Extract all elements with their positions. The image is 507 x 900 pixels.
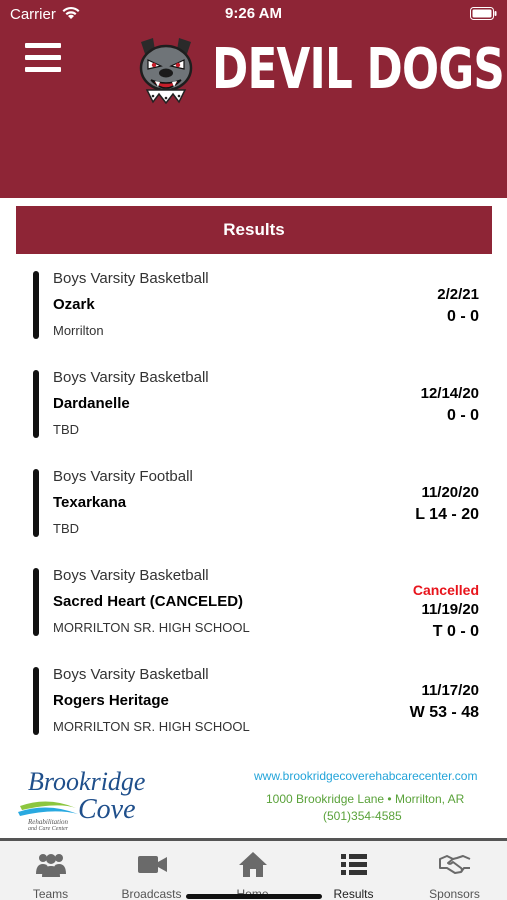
- game-sport: Boys Varsity Basketball: [53, 270, 209, 287]
- game-sport: Boys Varsity Football: [53, 468, 193, 485]
- game-result: 11/20/20 L 14 - 20: [415, 482, 479, 527]
- tab-label: Teams: [32, 887, 69, 900]
- game-score: 0 - 0: [446, 308, 479, 325]
- handshake-icon: [439, 855, 471, 874]
- game-score: T 0 - 0: [432, 623, 479, 640]
- game-venue: TBD: [53, 422, 79, 437]
- game-row[interactable]: Boys Varsity Basketball Sacred Heart (CA…: [0, 559, 507, 658]
- app-header: Carrier 9:26 AM DEVIL DOGS: [0, 0, 507, 198]
- tab-broadcasts[interactable]: Broadcasts: [101, 841, 202, 900]
- sponsor-logo-tagline: Rehabilitation: [27, 818, 69, 826]
- sponsor-address: 1000 Brookridge Lane • Morrilton, AR: [266, 792, 465, 806]
- game-result: 11/17/20 W 53 - 48: [410, 680, 479, 725]
- game-row[interactable]: Boys Varsity Football Texarkana TBD 11/2…: [0, 460, 507, 559]
- game-opponent: Dardanelle: [53, 395, 130, 412]
- game-date: 11/19/20: [421, 601, 479, 618]
- sponsor-url[interactable]: www.brookridgecoverehabcarecenter.com: [254, 769, 477, 783]
- sponsor-phone[interactable]: (501)354-4585: [323, 809, 402, 823]
- sponsor-logo-tagline-2: and Care Center: [28, 826, 69, 832]
- cancelled-status: Cancelled: [412, 582, 479, 598]
- game-date: 2/2/21: [437, 286, 479, 303]
- game-sport: Boys Varsity Basketball: [53, 369, 209, 386]
- game-venue: TBD: [53, 521, 79, 536]
- bottom-tab-bar: Teams Broadcasts Home Results Sponsors: [0, 838, 507, 900]
- home-icon: [239, 852, 267, 877]
- status-time: 9:26 AM: [225, 5, 282, 22]
- tab-teams[interactable]: Teams: [0, 841, 101, 900]
- row-accent-bar: [33, 469, 39, 537]
- hamburger-menu-icon[interactable]: [25, 43, 61, 73]
- game-row[interactable]: Boys Varsity Basketball Dardanelle TBD 1…: [0, 361, 507, 460]
- sponsor-logo-text-top: Brookridge: [28, 767, 145, 796]
- row-accent-bar: [33, 667, 39, 735]
- game-result: 2/2/21 0 - 0: [437, 284, 479, 329]
- game-opponent: Ozark: [53, 296, 95, 313]
- game-sport: Boys Varsity Basketball: [53, 567, 209, 584]
- tab-home[interactable]: Home: [202, 841, 303, 900]
- bulldog-mascot-icon: [139, 38, 193, 104]
- row-accent-bar: [33, 370, 39, 438]
- battery-icon: [470, 7, 497, 20]
- game-row[interactable]: Boys Varsity Basketball Ozark Morrilton …: [0, 262, 507, 361]
- game-score: W 53 - 48: [409, 704, 479, 721]
- tab-results[interactable]: Results: [303, 841, 404, 900]
- game-row[interactable]: Boys Varsity Basketball Rogers Heritage …: [0, 658, 507, 757]
- tab-label: Sponsors: [429, 887, 480, 900]
- sponsor-logo-text-bottom: Cove: [78, 794, 136, 825]
- game-date: 11/17/20: [421, 682, 479, 699]
- game-opponent: Sacred Heart (CANCELED): [53, 593, 244, 610]
- row-accent-bar: [33, 271, 39, 339]
- game-score: L 14 - 20: [415, 506, 479, 523]
- game-venue: MORRILTON SR. HIGH SCHOOL: [53, 620, 250, 635]
- tab-sponsors[interactable]: Sponsors: [404, 841, 505, 900]
- sponsor-banner[interactable]: Brookridge Cove Rehabilitation and Care …: [0, 758, 507, 838]
- row-accent-bar: [33, 568, 39, 636]
- sponsor-logo: Brookridge Cove Rehabilitation and Care …: [18, 767, 145, 832]
- results-section-title: Results: [16, 206, 492, 254]
- list-icon: [341, 854, 367, 875]
- game-sport: Boys Varsity Basketball: [53, 666, 209, 683]
- app-title: DEVIL DOGS: [212, 37, 505, 102]
- people-icon: [36, 854, 66, 877]
- video-camera-icon: [138, 856, 167, 873]
- game-venue: Morrilton: [53, 323, 104, 338]
- results-list: Boys Varsity Basketball Ozark Morrilton …: [0, 262, 507, 757]
- game-result: Cancelled 11/19/20 T 0 - 0: [413, 581, 479, 644]
- home-indicator: [186, 894, 322, 899]
- game-venue: MORRILTON SR. HIGH SCHOOL: [53, 719, 250, 734]
- game-result: 12/14/20 0 - 0: [421, 383, 479, 428]
- status-bar: Carrier 9:26 AM: [0, 0, 507, 28]
- game-opponent: Rogers Heritage: [53, 692, 169, 709]
- game-date: 12/14/20: [420, 385, 479, 402]
- game-score: 0 - 0: [446, 407, 479, 424]
- game-date: 11/20/20: [421, 484, 479, 501]
- game-opponent: Texarkana: [53, 494, 127, 511]
